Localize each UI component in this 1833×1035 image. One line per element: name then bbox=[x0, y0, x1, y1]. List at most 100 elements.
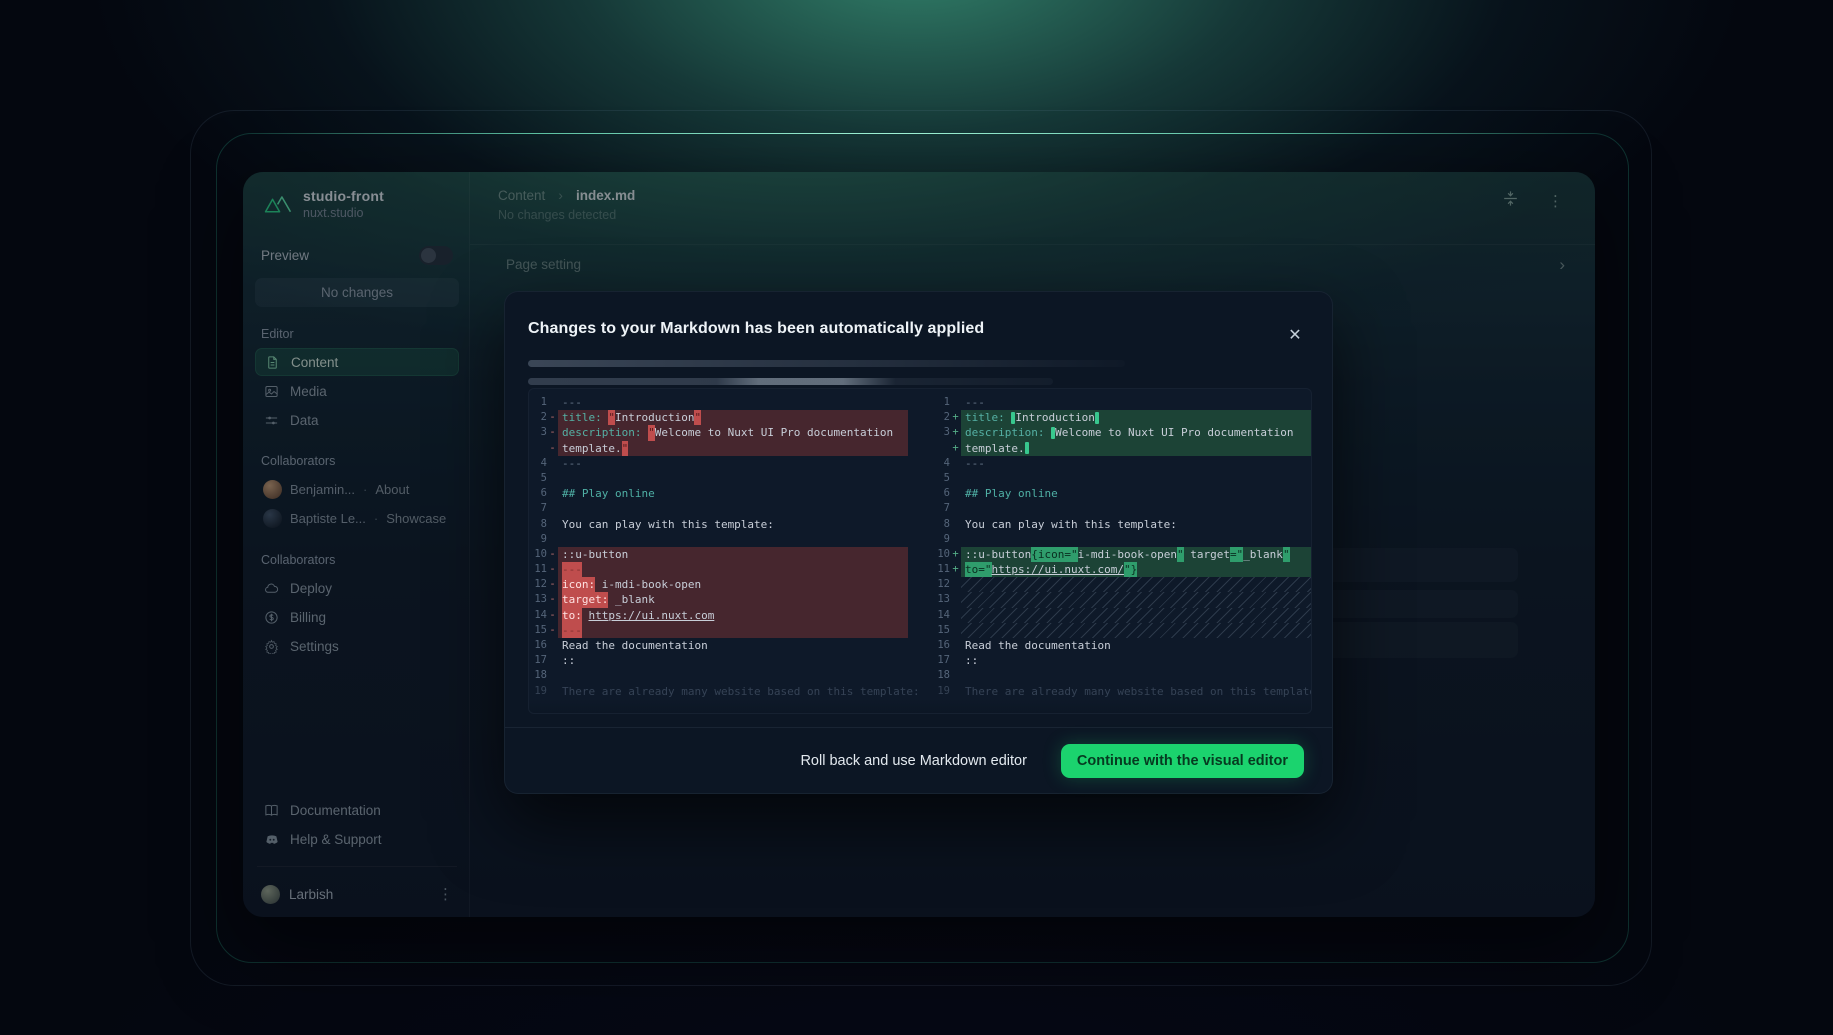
diff-marker bbox=[950, 592, 961, 607]
line-number: 7 bbox=[529, 501, 547, 516]
code-line: description: "Welcome to Nuxt UI Pro doc… bbox=[558, 425, 908, 440]
code-segment: "} bbox=[1124, 562, 1137, 577]
code-segment: There are already many website based on … bbox=[965, 684, 1312, 699]
diff-line: 6## Play online bbox=[529, 486, 908, 501]
diff-marker bbox=[950, 638, 961, 653]
code-line: --- bbox=[558, 456, 908, 471]
code-segment: _blank bbox=[1243, 547, 1283, 562]
line-number: 1 bbox=[529, 395, 547, 410]
line-number: 1 bbox=[932, 395, 950, 410]
diff-marker: - bbox=[547, 410, 558, 425]
diff-line: 8You can play with this template: bbox=[932, 517, 1311, 532]
line-number: 6 bbox=[932, 486, 950, 501]
line-number: 17 bbox=[529, 653, 547, 668]
diff-marker bbox=[547, 684, 558, 699]
diff-line: 19There are already many website based o… bbox=[529, 684, 908, 699]
code-line: :: bbox=[558, 653, 908, 668]
code-segment: ::u-button bbox=[562, 547, 628, 562]
diff-pane-after[interactable]: 1---2+title: Introduction3+description: … bbox=[932, 395, 1311, 713]
line-number: 7 bbox=[932, 501, 950, 516]
line-number bbox=[932, 441, 950, 456]
diff-marker bbox=[547, 395, 558, 410]
continue-visual-editor-button[interactable]: Continue with the visual editor bbox=[1061, 744, 1304, 778]
diff-marker bbox=[547, 517, 558, 532]
code-segment: --- bbox=[562, 623, 582, 638]
code-segment: " bbox=[694, 410, 701, 425]
rollback-button[interactable]: Roll back and use Markdown editor bbox=[800, 753, 1026, 769]
code-line: to="https://ui.nuxt.com/"} bbox=[961, 562, 1311, 577]
diff-line: 5 bbox=[932, 471, 1311, 486]
code-line bbox=[961, 577, 1311, 592]
code-segment: description: bbox=[562, 425, 641, 440]
diff-line: 11+to="https://ui.nuxt.com/"} bbox=[932, 562, 1311, 577]
code-segment: template. bbox=[965, 441, 1025, 456]
diff-marker: - bbox=[547, 592, 558, 607]
code-line: --- bbox=[961, 456, 1311, 471]
code-segment: i-mdi-book-open bbox=[595, 577, 701, 592]
diff-line: -template." bbox=[529, 441, 908, 456]
line-number: 13 bbox=[529, 592, 547, 607]
close-icon[interactable]: ✕ bbox=[1284, 324, 1306, 346]
code-line: title: "Introduction" bbox=[558, 410, 908, 425]
code-segment: :: bbox=[562, 653, 575, 668]
diff-line: 9 bbox=[529, 532, 908, 547]
line-number: 8 bbox=[529, 517, 547, 532]
diff-marker: - bbox=[547, 623, 558, 638]
code-line: target: _blank bbox=[558, 592, 908, 607]
code-line: Read the documentation bbox=[961, 638, 1311, 653]
diff-marker bbox=[950, 608, 961, 623]
code-line bbox=[558, 501, 908, 516]
diff-line: 14-to: https://ui.nuxt.com bbox=[529, 608, 908, 623]
line-number: 16 bbox=[932, 638, 950, 653]
code-segment bbox=[1095, 412, 1099, 424]
code-segment: to=" bbox=[965, 562, 992, 577]
code-segment: i-mdi-book-open bbox=[1078, 547, 1177, 562]
code-line bbox=[558, 532, 908, 547]
line-number: 5 bbox=[529, 471, 547, 486]
code-line: There are already many website based on … bbox=[558, 684, 920, 699]
diff-marker bbox=[950, 532, 961, 547]
line-number: 8 bbox=[932, 517, 950, 532]
diff-pane-gap bbox=[908, 395, 932, 713]
diff-marker bbox=[547, 486, 558, 501]
line-number: 15 bbox=[529, 623, 547, 638]
diff-line: 15---- bbox=[529, 623, 908, 638]
code-line: ## Play online bbox=[558, 486, 908, 501]
line-number: 14 bbox=[932, 608, 950, 623]
diff-line: 16Read the documentation bbox=[529, 638, 908, 653]
code-line: You can play with this template: bbox=[558, 517, 908, 532]
code-line: template." bbox=[558, 441, 908, 456]
diff-marker bbox=[950, 684, 961, 699]
diff-line: 12 bbox=[932, 577, 1311, 592]
code-line bbox=[961, 471, 1311, 486]
code-segment bbox=[582, 608, 589, 623]
diff-line: 7 bbox=[932, 501, 1311, 516]
code-line: --- bbox=[558, 395, 908, 410]
line-number: 12 bbox=[529, 577, 547, 592]
code-segment: --- bbox=[562, 562, 582, 577]
code-segment: --- bbox=[965, 456, 985, 471]
line-number: 19 bbox=[932, 684, 950, 699]
diff-line: 1 --- bbox=[529, 395, 908, 410]
diff-line: 10-::u-button bbox=[529, 547, 908, 562]
code-segment: to: bbox=[562, 608, 582, 623]
diff-line: 8 You can play with this template: bbox=[529, 517, 908, 532]
code-segment: title: bbox=[965, 410, 1005, 425]
line-number: 11 bbox=[932, 562, 950, 577]
diff-line: +template. bbox=[932, 441, 1311, 456]
code-line: --- bbox=[558, 562, 908, 577]
code-segment bbox=[602, 410, 609, 425]
code-line: There are already many website based on … bbox=[961, 684, 1312, 699]
diff-line: 4--- bbox=[932, 456, 1311, 471]
line-number: 9 bbox=[932, 532, 950, 547]
code-line bbox=[961, 592, 1311, 607]
diff-line: 6## Play online bbox=[932, 486, 1311, 501]
code-segment: target: bbox=[562, 592, 608, 607]
diff-marker: - bbox=[547, 608, 558, 623]
code-segment bbox=[1044, 425, 1051, 440]
code-segment: _blank bbox=[608, 592, 654, 607]
diff-marker: + bbox=[950, 547, 961, 562]
code-line: icon: i-mdi-book-open bbox=[558, 577, 908, 592]
line-number: 15 bbox=[932, 623, 950, 638]
diff-pane-before[interactable]: 1---2-title: "Introduction"3-description… bbox=[529, 395, 908, 713]
